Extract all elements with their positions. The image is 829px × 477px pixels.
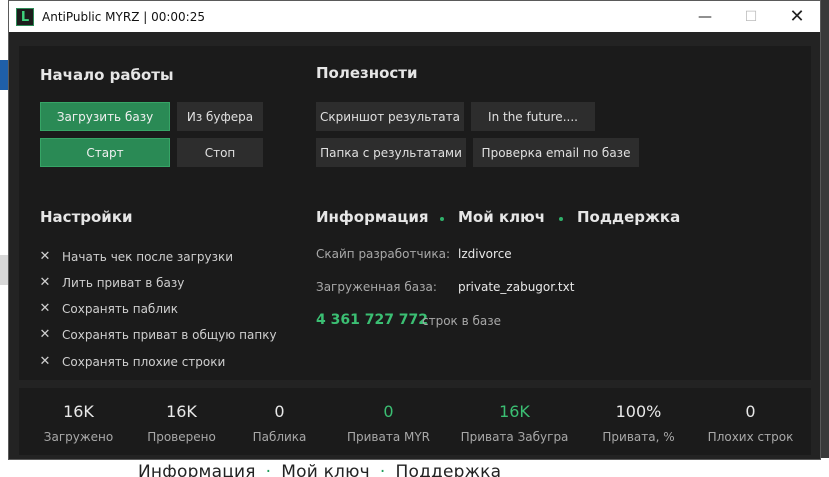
app-window: L AntiPublic MYRZ | 00:00:25 — ☐ ✕ Начал…: [8, 0, 821, 460]
dev-skype-label: Скайп разработчика:: [316, 247, 451, 261]
screenshot-result-button[interactable]: Скриншот результата: [316, 102, 464, 131]
future-button[interactable]: In the future....: [471, 102, 595, 131]
stat-checked: 16K Проверено: [147, 402, 216, 444]
check-email-button[interactable]: Проверка email по базе: [473, 138, 639, 167]
option-save-private-common-folder[interactable]: ✕ Сохранять приват в общую папку: [39, 328, 277, 342]
nav-separator-dot: [440, 217, 444, 221]
stats-bar: 16K Загружено 16K Проверено 0 Паблика 0 …: [19, 388, 811, 455]
results-folder-button[interactable]: Папка с результатами: [316, 138, 466, 167]
option-push-private-to-db[interactable]: ✕ Лить приват в базу: [39, 275, 185, 290]
stop-button[interactable]: Стоп: [177, 138, 263, 167]
start-button[interactable]: Старт: [40, 138, 170, 167]
background-app-edge: [0, 0, 8, 477]
settings-section-title: Настройки: [40, 208, 133, 226]
loaded-db-value: private_zabugor.txt: [458, 280, 575, 294]
background-ghost-nav: Информация · Мой ключ · Поддержка: [138, 462, 502, 477]
close-mark-icon: ✕: [39, 354, 51, 369]
main-panel: Начало работы Загрузить базу Из буфера С…: [19, 46, 811, 380]
close-mark-icon: ✕: [39, 301, 51, 316]
stat-private-myr: 0 Привата MYR: [346, 402, 431, 444]
option-save-bad-lines[interactable]: ✕ Сохранять плохие строки: [39, 354, 226, 369]
load-db-button[interactable]: Загрузить базу: [40, 102, 170, 131]
loaded-db-label: Загруженная база:: [316, 280, 437, 294]
stat-bad-lines: 0 Плохих строк: [707, 402, 794, 444]
tab-support[interactable]: Поддержка: [577, 208, 680, 226]
close-mark-icon: ✕: [39, 327, 51, 342]
close-mark-icon: ✕: [39, 275, 51, 290]
from-buffer-button[interactable]: Из буфера: [177, 102, 263, 131]
utilities-section-title: Полезности: [316, 64, 418, 82]
minimize-button[interactable]: —: [682, 1, 728, 32]
window-title: AntiPublic MYRZ | 00:00:25: [42, 9, 205, 24]
tab-my-key[interactable]: Мой ключ: [458, 208, 545, 226]
close-button[interactable]: ✕: [774, 1, 820, 32]
stat-loaded: 16K Загружено: [43, 402, 114, 444]
tab-information[interactable]: Информация: [316, 208, 429, 226]
background-selection-bar: [0, 60, 8, 90]
title-bar[interactable]: L AntiPublic MYRZ | 00:00:25 — ☐ ✕: [9, 1, 820, 32]
nav-separator-dot: [559, 217, 563, 221]
close-mark-icon: ✕: [39, 249, 51, 264]
option-save-public[interactable]: ✕ Сохранять паблик: [39, 301, 179, 316]
rows-suffix: строк в базе: [422, 314, 502, 328]
option-start-check-after-load[interactable]: ✕ Начать чек после загрузки: [39, 249, 234, 264]
stat-private-abroad: 16K Привата Забугра: [460, 402, 569, 444]
start-section-title: Начало работы: [40, 66, 174, 84]
maximize-button[interactable]: ☐: [728, 1, 774, 32]
stat-public: 0 Паблика: [252, 402, 307, 444]
stat-private-percent: 100% Привата, %: [602, 402, 675, 444]
dev-skype-value: lzdivorce: [458, 247, 512, 261]
app-logo-icon: L: [16, 7, 34, 26]
background-window-strip: Информация · Мой ключ · Поддержка: [0, 458, 829, 477]
rows-count: 4 361 727 772: [316, 312, 429, 328]
background-field: [0, 255, 8, 285]
